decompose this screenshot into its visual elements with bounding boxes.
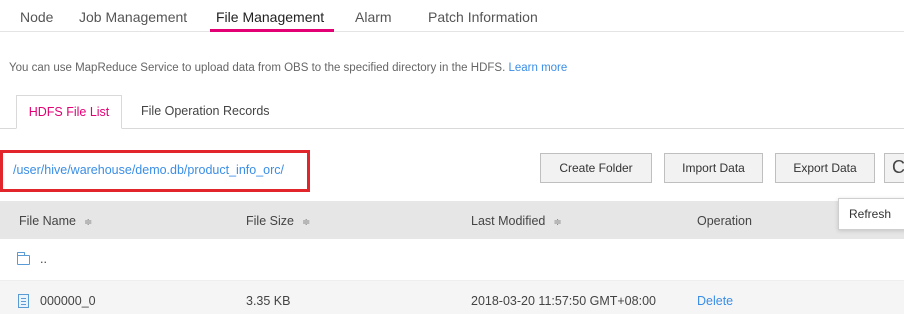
table-header: File Name ≑ File Size ≑ Last Modified ≑ Ope…	[0, 201, 904, 239]
column-header-file-size[interactable]: File Size ≑	[246, 214, 310, 228]
info-message: You can use MapReduce Service to upload …	[9, 62, 567, 74]
tab-file-operation-records[interactable]: File Operation Records	[141, 95, 270, 129]
file-icon	[18, 294, 29, 308]
sort-icon: ≑	[301, 217, 311, 228]
export-data-button[interactable]: Export Data	[775, 153, 875, 183]
file-name[interactable]: ..	[40, 252, 47, 266]
import-data-button[interactable]: Import Data	[664, 153, 763, 183]
path-highlight-box: /user/hive/warehouse/demo.db/product_inf…	[0, 150, 310, 192]
tab-node[interactable]: Node	[20, 9, 53, 25]
tab-hdfs-file-list[interactable]: HDFS File List	[16, 95, 122, 129]
column-header-file-name[interactable]: File Name ≑	[19, 214, 92, 228]
refresh-tooltip: Refresh	[838, 198, 904, 230]
top-nav: Node Job Management File Management Alar…	[0, 0, 904, 32]
active-tab-indicator	[210, 29, 334, 32]
tab-patch-information[interactable]: Patch Information	[428, 9, 538, 25]
table-row[interactable]: ..	[0, 239, 904, 281]
folder-icon	[16, 252, 30, 265]
delete-link[interactable]: Delete	[697, 294, 733, 308]
file-size: 3.35 KB	[246, 294, 291, 308]
learn-more-link[interactable]: Learn more	[508, 62, 567, 74]
tab-file-management[interactable]: File Management	[216, 9, 324, 25]
sort-icon: ≑	[83, 217, 93, 228]
tab-alarm[interactable]: Alarm	[355, 9, 392, 25]
column-header-operation: Operation	[697, 214, 752, 228]
info-text: You can use MapReduce Service to upload …	[9, 62, 506, 74]
sort-icon: ≑	[553, 217, 562, 228]
sub-tabs: HDFS File List File Operation Records	[0, 95, 904, 129]
table-row[interactable]: 000000_0 3.35 KB 2018-03-20 11:57:50 GMT…	[0, 281, 904, 314]
tab-job-management[interactable]: Job Management	[79, 9, 187, 25]
file-name[interactable]: 000000_0	[40, 294, 96, 308]
column-header-last-modified[interactable]: Last Modified ≑	[471, 214, 562, 228]
last-modified: 2018-03-20 11:57:50 GMT+08:00	[471, 294, 656, 308]
refresh-icon: C	[892, 157, 904, 177]
refresh-button[interactable]: C	[884, 153, 904, 183]
create-folder-button[interactable]: Create Folder	[540, 153, 652, 183]
hdfs-path-breadcrumb[interactable]: /user/hive/warehouse/demo.db/product_inf…	[13, 163, 284, 177]
